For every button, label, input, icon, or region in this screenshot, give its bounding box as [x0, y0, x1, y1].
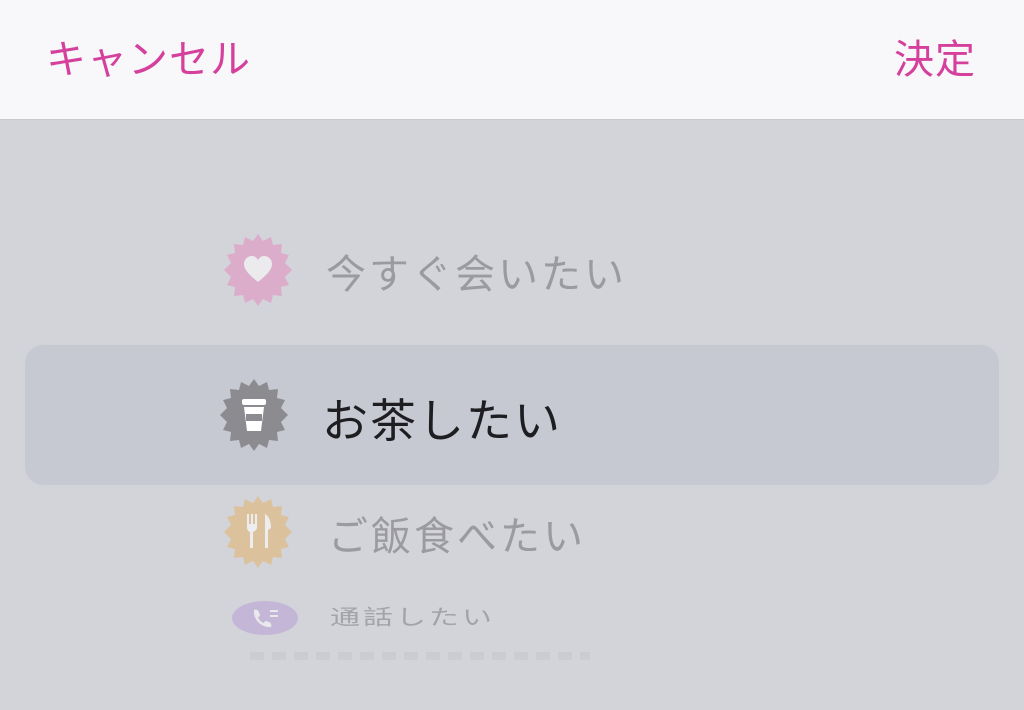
picker-option-meal[interactable]: ご飯食べたい: [0, 492, 1024, 572]
picker-option-label: 通話したい: [330, 605, 495, 631]
confirm-button[interactable]: 決定: [894, 36, 976, 84]
picker-option-label: ご飯食べたい: [328, 514, 586, 560]
coffee-cup-icon: [216, 377, 292, 453]
phone-icon: [230, 598, 300, 638]
status-picker-wheel[interactable]: 今すぐ会いたい お茶したい ご飯食べたい 通話したい: [0, 120, 1024, 710]
picker-toolbar: キャンセル 決定: [0, 0, 1024, 120]
cancel-button[interactable]: キャンセル: [46, 36, 251, 84]
picker-option-meet-now[interactable]: 今すぐ会いたい: [0, 230, 1024, 310]
fork-knife-icon: [220, 494, 296, 570]
picker-option-label: 今すぐ会いたい: [326, 252, 627, 298]
picker-option-label: お茶したい: [322, 394, 562, 448]
picker-fade: [0, 640, 1024, 710]
picker-option-tea[interactable]: お茶したい: [0, 375, 1024, 455]
heart-icon: [220, 232, 296, 308]
